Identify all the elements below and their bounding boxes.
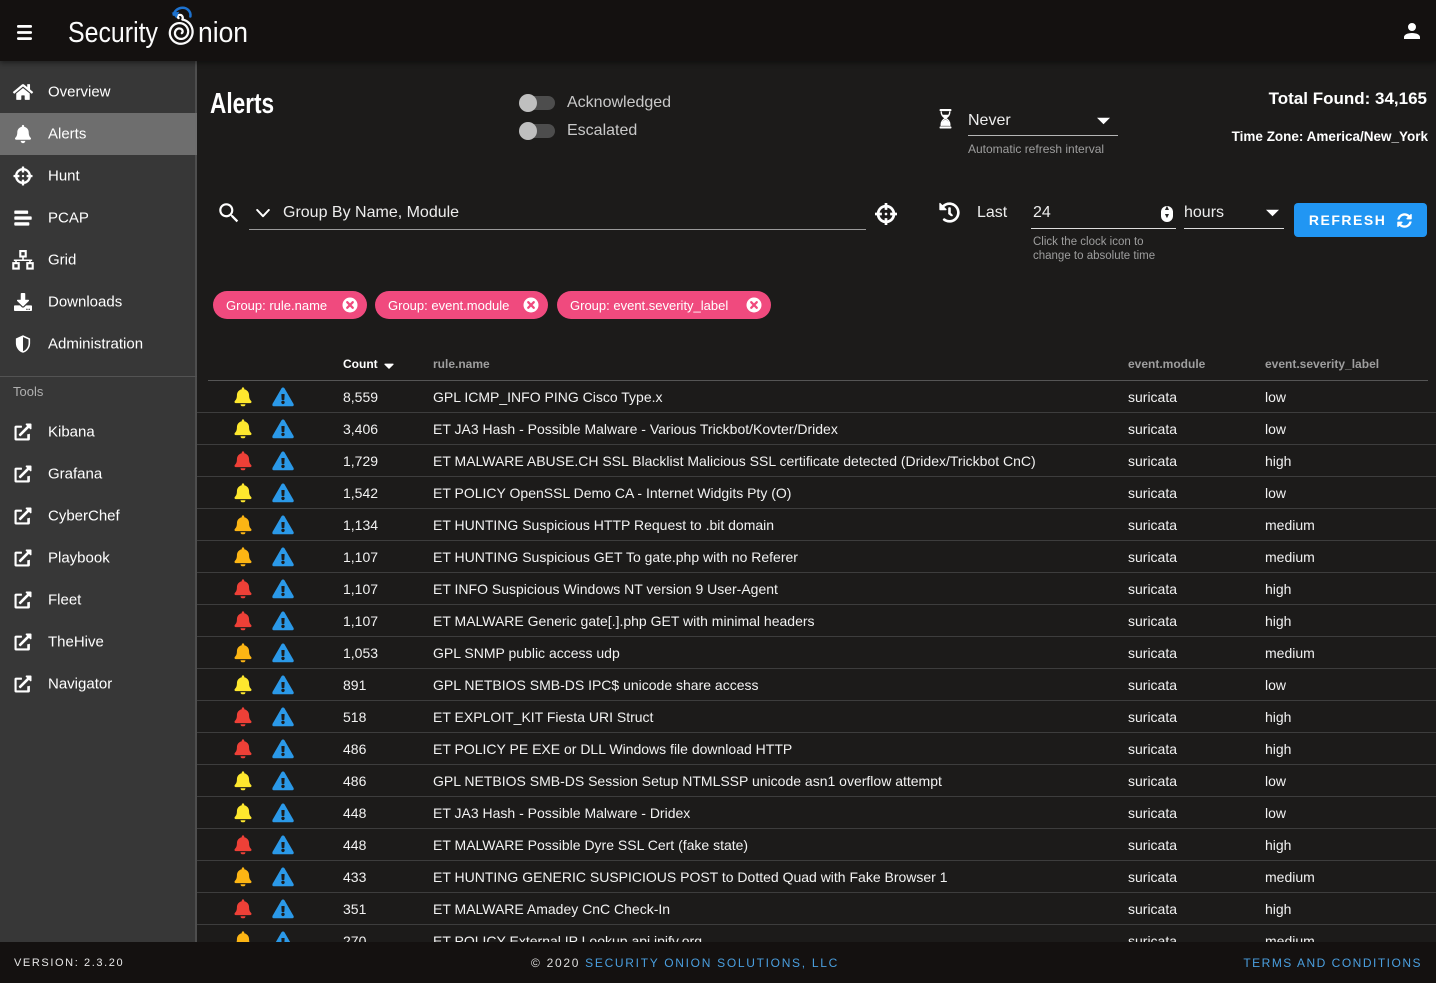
svg-text:Security: Security [68,17,158,49]
svg-text:nion: nion [198,17,248,49]
